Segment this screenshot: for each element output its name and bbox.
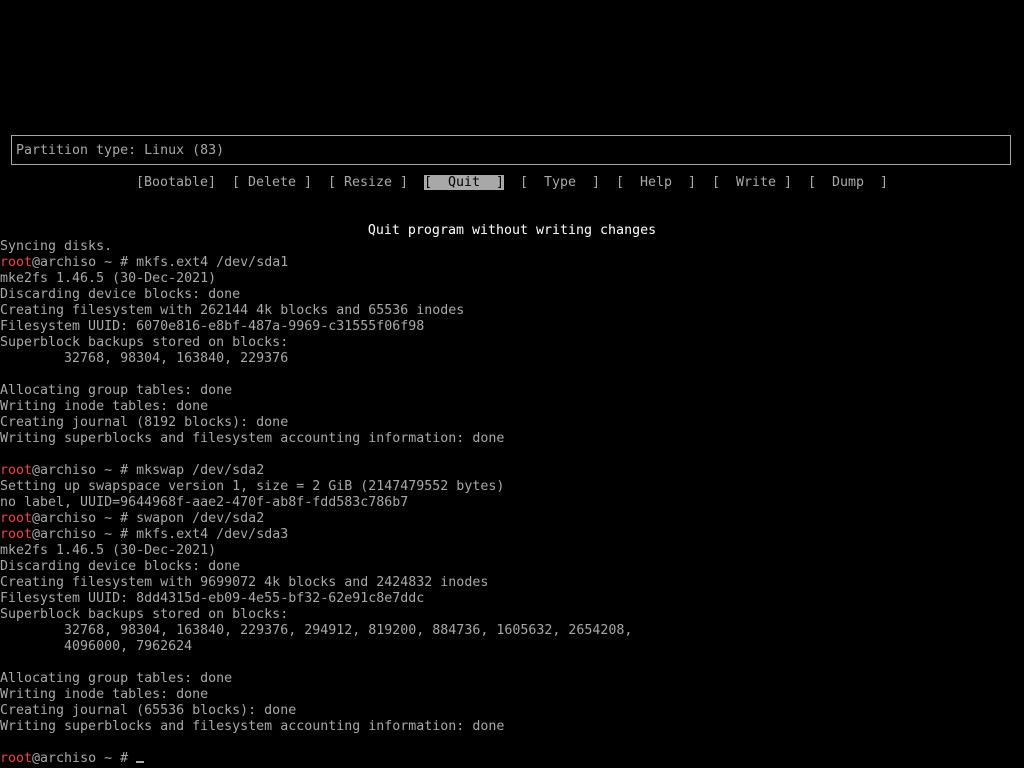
output-line: 32768, 98304, 163840, 229376 [0,351,289,366]
command-text: swapon /dev/sda2 [136,511,265,526]
command-text: mkswap /dev/sda2 [136,463,265,478]
output-line: Writing superblocks and filesystem accou… [0,431,505,446]
output-line: Writing inode tables: done [0,399,209,414]
menu-quit-button[interactable]: [ Quit ] [424,175,505,191]
menu-type-button[interactable]: [ Type ] [520,175,600,191]
prompt-host: @archiso ~ # [32,527,137,542]
prompt-user: root [0,511,33,526]
output-line: Allocating group tables: done [0,671,233,686]
menu-quit-label: [ Quit ] [424,175,505,190]
prompt-user: root [0,527,33,542]
prompt-line: root@archiso ~ # mkfs.ext4 /dev/sda3 [0,527,288,543]
prompt-host: @archiso ~ # [32,511,137,526]
prompt-host: @archiso ~ # [32,255,137,270]
prompt-host: @archiso ~ # [32,463,137,478]
output-line: Superblock backups stored on blocks: [0,607,289,622]
prompt-line: root@archiso ~ # mkfs.ext4 /dev/sda1 [0,255,288,271]
output-line: mke2fs 1.46.5 (30-Dec-2021) [0,543,217,558]
prompt-host: @archiso ~ # [32,751,137,766]
output-line: 32768, 98304, 163840, 229376, 294912, 81… [0,623,633,638]
output-line: Creating journal (65536 blocks): done [0,703,297,718]
partition-type-box: Partition type: Linux (83) [11,135,1011,165]
menu-resize-button[interactable]: [ Resize ] [328,175,408,191]
command-text: mkfs.ext4 /dev/sda3 [136,527,289,542]
output-line: Allocating group tables: done [0,383,233,398]
text-cursor[interactable] [136,761,145,763]
output-line: Setting up swapspace version 1, size = 2… [0,479,505,494]
prompt-user: root [0,751,33,766]
prompt-line: root@archiso ~ # [0,751,145,767]
menu-delete-button[interactable]: [ Delete ] [232,175,312,191]
menu-help-button[interactable]: [ Help ] [616,175,696,191]
prompt-user: root [0,463,33,478]
output-line: Syncing disks. [0,239,113,254]
partition-type-label: Partition type: Linux (83) [16,143,225,158]
output-line: Creating filesystem with 262144 4k block… [0,303,465,318]
output-line: Superblock backups stored on blocks: [0,335,289,350]
output-line: mke2fs 1.46.5 (30-Dec-2021) [0,271,217,286]
output-line: Discarding device blocks: done [0,559,241,574]
prompt-user: root [0,255,33,270]
output-line: Writing inode tables: done [0,687,209,702]
output-line: Filesystem UUID: 6070e816-e8bf-487a-9969… [0,319,425,334]
output-line: Creating journal (8192 blocks): done [0,415,289,430]
command-text: mkfs.ext4 /dev/sda1 [136,255,289,270]
output-line: Writing superblocks and filesystem accou… [0,719,505,734]
prompt-line: root@archiso ~ # mkswap /dev/sda2 [0,463,264,479]
menu-dump-button[interactable]: [ Dump ] [808,175,888,191]
output-line: 4096000, 7962624 [0,639,193,654]
output-line: Discarding device blocks: done [0,287,241,302]
output-line: no label, UUID=9644968f-aae2-470f-ab8f-f… [0,495,409,510]
output-line: Filesystem UUID: 8dd4315d-eb09-4e55-bf32… [0,591,425,606]
output-line: Creating filesystem with 9699072 4k bloc… [0,575,489,590]
menu-description: Quit program without writing changes [367,223,657,238]
prompt-line: root@archiso ~ # swapon /dev/sda2 [0,511,264,527]
menu-bootable-button[interactable]: [Bootable] [136,175,216,191]
menu-write-button[interactable]: [ Write ] [712,175,792,191]
